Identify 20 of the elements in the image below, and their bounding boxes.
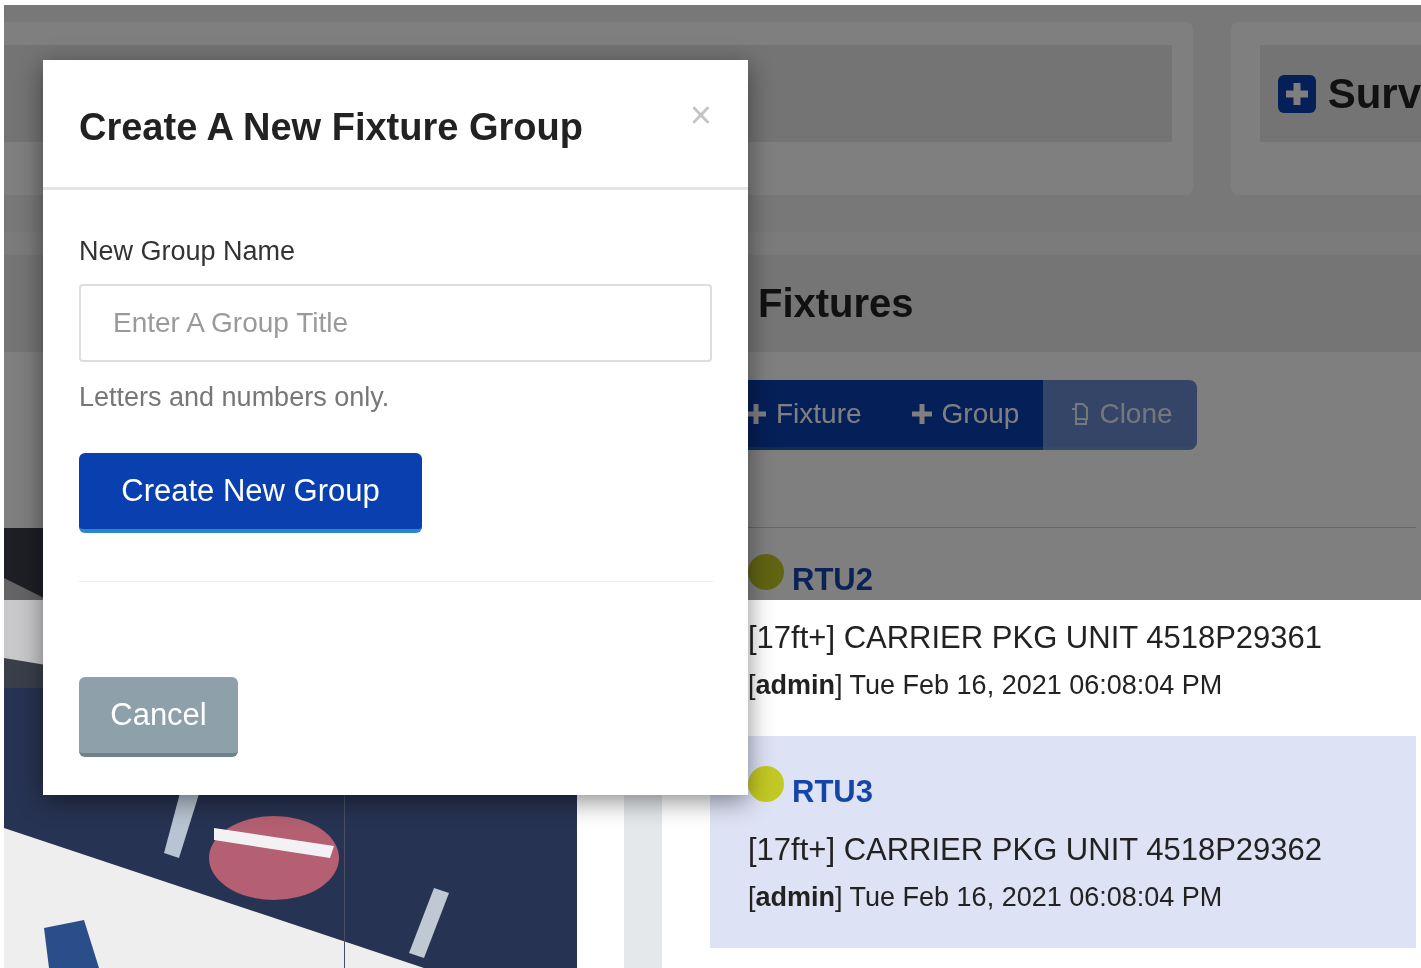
survey-button[interactable]: Surv <box>1259 45 1421 142</box>
help-text: Letters and numbers only. <box>79 382 391 413</box>
fixture-meta: [admin] Tue Feb 16, 2021 06:08:04 PM <box>748 882 1224 913</box>
dialog-title: Create A New Fixture Group <box>79 106 583 149</box>
input-field[interactable]: Enter A Group Title <box>79 284 712 362</box>
add-button[interactable]: Group <box>885 380 1044 450</box>
status-dot <box>748 554 784 590</box>
fixture-description: [17ft+] CARRIER PKG UNIT 4518P29361 <box>748 620 1324 656</box>
status-dot <box>748 766 784 802</box>
fixture-list-item[interactable]: RTU3 [17ft+] CARRIER PKG UNIT 4518P29362 [admin] Tue Feb 16, 2021 06:08:04 PM <box>710 736 1416 948</box>
fixture-meta: [admin] Tue Feb 16, 2021 06:08:04 PM <box>748 670 1224 701</box>
panel-title: Fixtures <box>758 281 914 326</box>
fixture-description: [17ft+] CARRIER PKG UNIT 4518P29362 <box>748 832 1324 868</box>
fixture-name: RTU3 <box>792 774 873 810</box>
create-button[interactable]: Create New Group <box>79 453 422 533</box>
field-label: New Group Name <box>79 236 297 267</box>
plus-icon <box>909 401 934 426</box>
plus-square-icon <box>1277 74 1316 113</box>
cancel-button[interactable]: Cancel <box>79 677 238 757</box>
fixture-name: RTU2 <box>792 562 873 598</box>
